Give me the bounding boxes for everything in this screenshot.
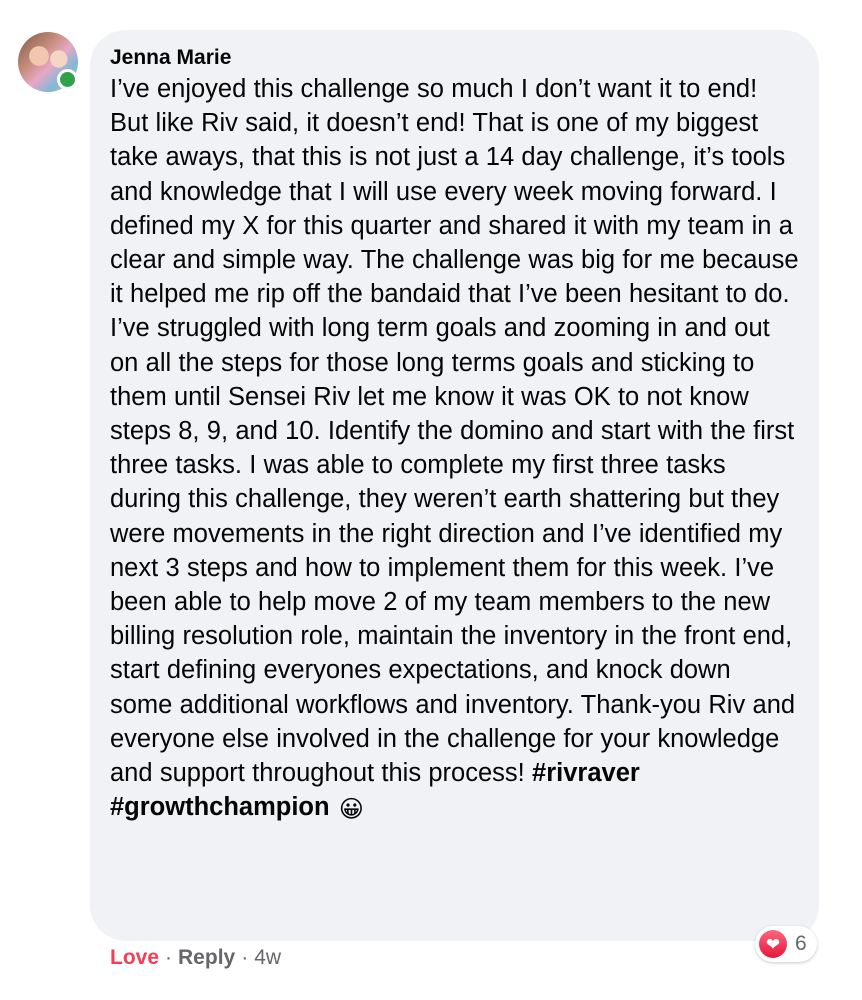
action-separator: · [165, 946, 173, 969]
commenter-avatar-container[interactable] [18, 32, 78, 92]
online-status-indicator [57, 69, 78, 90]
comment-author-name[interactable]: Jenna Marie [110, 44, 799, 72]
action-separator: · [241, 946, 249, 969]
reaction-count: 6 [795, 932, 807, 955]
heart-icon: ❤ [759, 930, 787, 958]
grinning-face-emoji-icon: 😀 [338, 796, 364, 824]
comment-actions: Love · Reply · 4w [110, 944, 281, 972]
comment-bubble: Jenna Marie I’ve enjoyed this challenge … [90, 30, 819, 941]
comment-timestamp[interactable]: 4w [254, 944, 281, 972]
hashtag-link[interactable]: #rivraver [532, 759, 640, 787]
reply-button[interactable]: Reply [178, 944, 235, 972]
hashtag-link[interactable]: #growthchampion [110, 793, 330, 821]
comment-body: I’ve enjoyed this challenge so much I do… [110, 72, 799, 824]
love-reaction-button[interactable]: Love [110, 944, 159, 972]
reaction-summary[interactable]: ❤ 6 [755, 926, 817, 962]
comment-text: I’ve enjoyed this challenge so much I do… [110, 75, 799, 788]
